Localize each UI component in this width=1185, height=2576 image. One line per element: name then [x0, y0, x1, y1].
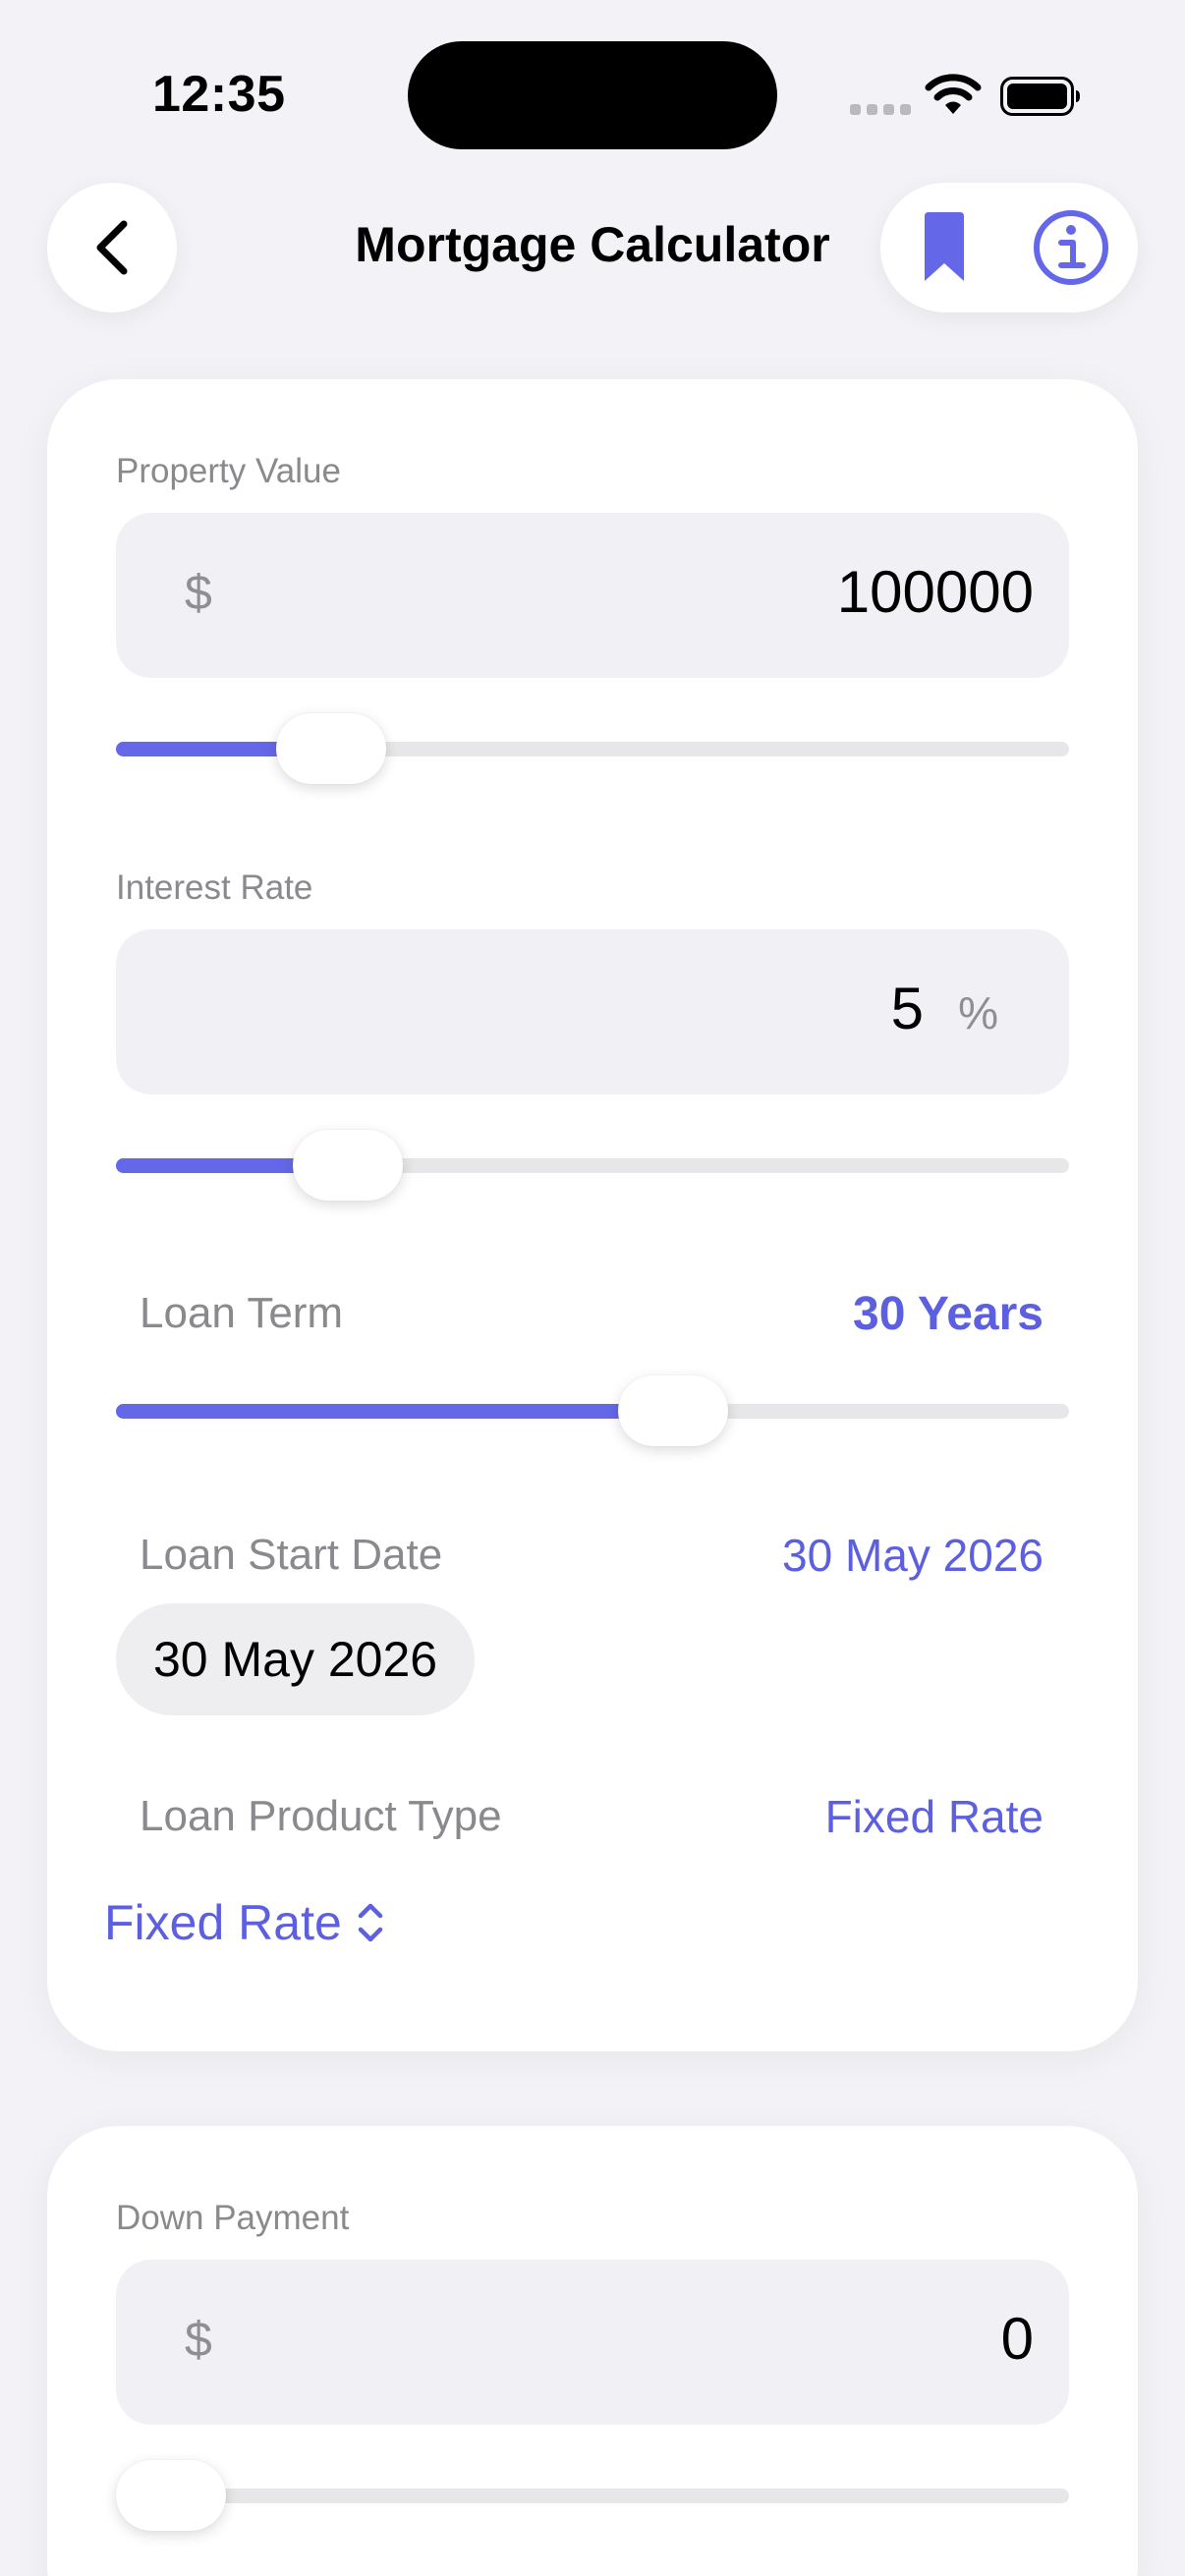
property-value-label: Property Value	[116, 452, 341, 490]
down-payment-card: Down Payment $ 0	[47, 2126, 1138, 2576]
loan-start-date-label: Loan Start Date	[140, 1531, 443, 1579]
down-payment-input[interactable]: $ 0	[116, 2260, 1069, 2425]
down-payment-label: Down Payment	[116, 2199, 350, 2237]
loan-product-type-label: Loan Product Type	[140, 1792, 502, 1840]
date-picker-button[interactable]: 30 May 2026	[116, 1603, 476, 1715]
loan-product-type-picker[interactable]: Fixed Rate	[104, 1894, 385, 1951]
interest-rate-slider[interactable]	[116, 1130, 1069, 1201]
loan-details-card: Property Value $ 100000 Interest Rate 5 …	[47, 379, 1138, 2051]
page-title: Mortgage Calculator	[355, 217, 830, 272]
property-value-amount: 100000	[836, 559, 1034, 625]
slider-track	[116, 2489, 1069, 2503]
interest-rate-amount: 5	[890, 976, 924, 1041]
property-value-input[interactable]: $ 100000	[116, 513, 1069, 678]
property-value-slider[interactable]	[116, 713, 1069, 784]
percent-suffix: %	[958, 987, 998, 1038]
chevron-left-icon	[96, 220, 128, 275]
nav-actions-group	[880, 183, 1138, 312]
cellular-signal-icon	[850, 104, 911, 115]
back-button[interactable]	[47, 183, 177, 312]
slider-thumb[interactable]	[116, 2460, 226, 2531]
picker-label: Fixed Rate	[104, 1895, 342, 1950]
battery-icon	[1000, 77, 1080, 116]
wifi-icon	[925, 74, 982, 114]
slider-thumb[interactable]	[276, 713, 387, 784]
currency-prefix: $	[185, 2312, 212, 2367]
bookmark-button[interactable]	[910, 212, 979, 283]
down-payment-amount: 0	[1000, 2306, 1034, 2372]
screen: 12:35 Mortgage Calculator Property Value…	[0, 0, 1185, 2576]
slider-thumb[interactable]	[617, 1375, 728, 1446]
loan-term-label: Loan Term	[140, 1289, 344, 1337]
slider-thumb[interactable]	[293, 1130, 404, 1201]
interest-rate-input[interactable]: 5 %	[116, 929, 1069, 1094]
info-button[interactable]	[1032, 208, 1110, 287]
down-payment-slider[interactable]	[116, 2460, 1069, 2531]
bookmark-icon	[925, 212, 964, 281]
loan-term-slider[interactable]	[116, 1375, 1069, 1446]
info-circle-icon	[1034, 210, 1108, 285]
chevron-up-down-icon	[358, 1903, 383, 1942]
loan-product-type-value: Fixed Rate	[824, 1791, 1044, 1842]
currency-prefix: $	[185, 565, 212, 620]
interest-rate-label: Interest Rate	[116, 868, 313, 907]
loan-term-value: 30 Years	[853, 1288, 1044, 1340]
slider-fill	[116, 1404, 673, 1419]
dynamic-island	[408, 41, 777, 149]
status-time: 12:35	[152, 66, 286, 123]
loan-start-date-value: 30 May 2026	[782, 1530, 1044, 1581]
